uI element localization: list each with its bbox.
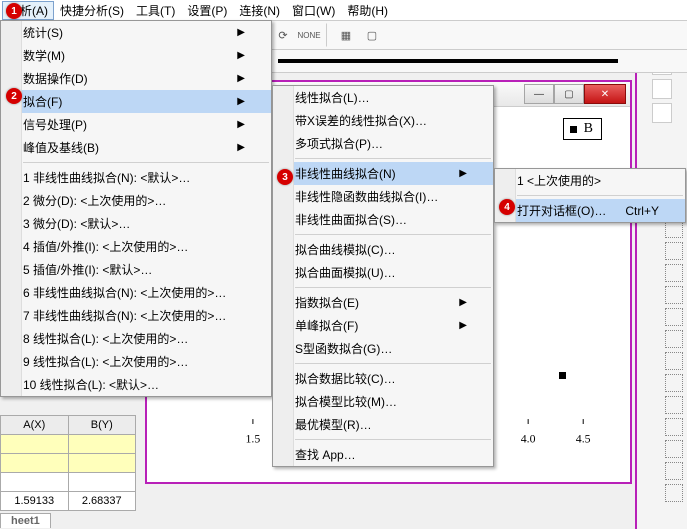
dock-icon[interactable] (665, 440, 683, 458)
cell[interactable] (1, 473, 69, 492)
cell[interactable] (68, 454, 136, 473)
menu-item[interactable]: 打开对话框(O)…Ctrl+Y (495, 199, 685, 222)
menubar-item[interactable]: 帮助(H) (341, 1, 394, 20)
svg-text:1.5: 1.5 (246, 432, 261, 446)
line-style-preview[interactable] (278, 59, 618, 63)
nlfit-submenu: 1 <上次使用的> 打开对话框(O)…Ctrl+Y (494, 168, 686, 223)
menu-item-recent[interactable]: 2 微分(D): <上次使用的>… (1, 189, 271, 212)
analysis-menu: 统计(S)▶数学(M)▶数据操作(D)▶拟合(F)▶信号处理(P)▶峰值及基线(… (0, 20, 272, 397)
menu-item-recent[interactable]: 5 插值/外推(I): <默认>… (1, 258, 271, 281)
menubar-item[interactable]: 工具(T) (130, 1, 181, 20)
cell[interactable] (1, 454, 69, 473)
menu-item[interactable]: 拟合曲线模拟(C)… (273, 238, 493, 261)
dock-icon[interactable] (665, 286, 683, 304)
col-a-header[interactable]: A(X) (1, 416, 69, 435)
svg-text:4.5: 4.5 (576, 432, 591, 446)
fit-submenu: 线性拟合(L)…带X误差的线性拟合(X)…多项式拟合(P)… 非线性曲线拟合(N)… (272, 85, 494, 467)
menu-item[interactable]: 数学(M)▶ (1, 44, 271, 67)
menu-item[interactable]: 非线性隐函数曲线拟合(I)… (273, 185, 493, 208)
menu-item-recent[interactable]: 10 线性拟合(L): <默认>… (1, 373, 271, 396)
menu-item[interactable]: 线性拟合(L)… (273, 86, 493, 109)
menu-item-recent[interactable]: 7 非线性曲线拟合(N): <上次使用的>… (1, 304, 271, 327)
menubar-item[interactable]: 连接(N) (233, 1, 286, 20)
dock-icon[interactable] (665, 484, 683, 502)
maximize-button[interactable]: ▢ (554, 84, 584, 104)
minimize-button[interactable]: — (524, 84, 554, 104)
menu-item[interactable]: 查找 App… (273, 443, 493, 466)
sheet-tab[interactable]: heet1 (0, 513, 51, 528)
dock-icon[interactable] (665, 330, 683, 348)
worksheet[interactable]: A(X)B(Y) 1.591332.68337 (0, 415, 136, 511)
menu-item[interactable]: 拟合数据比较(C)… (273, 367, 493, 390)
cell[interactable]: 2.68337 (68, 492, 136, 511)
right-sidebar: Apps (635, 20, 687, 529)
cell[interactable] (68, 473, 136, 492)
step-marker-3: 3 (277, 169, 293, 185)
menu-item-recent[interactable]: 1 非线性曲线拟合(N): <默认>… (1, 166, 271, 189)
dock-icon[interactable] (665, 264, 683, 282)
col-b-header[interactable]: B(Y) (68, 416, 136, 435)
tool-box2[interactable]: ▢ (360, 23, 384, 47)
sidebar-icon[interactable] (652, 103, 672, 123)
dock-icon[interactable] (665, 418, 683, 436)
menu-item[interactable]: 指数拟合(E)▶ (273, 291, 493, 314)
step-marker-2: 2 (6, 88, 22, 104)
tool-none[interactable]: NONE (297, 23, 321, 47)
menubar: 分析(A)快捷分析(S)工具(T)设置(P)连接(N)窗口(W)帮助(H) (0, 0, 687, 21)
data-point (559, 372, 566, 379)
cell[interactable] (68, 435, 136, 454)
dock-icon[interactable] (665, 242, 683, 260)
menubar-item[interactable]: 设置(P) (181, 1, 233, 20)
menu-item[interactable]: 拟合曲面模拟(U)… (273, 261, 493, 284)
tool-refresh[interactable]: ⟳ (271, 23, 295, 47)
menu-item[interactable]: 统计(S)▶ (1, 21, 271, 44)
menu-item[interactable]: S型函数拟合(G)… (273, 337, 493, 360)
menu-item[interactable]: 非线性曲线拟合(N)▶ (273, 162, 493, 185)
menu-item-recent[interactable]: 4 插值/外推(I): <上次使用的>… (1, 235, 271, 258)
tool-grid[interactable]: ▦ (334, 23, 358, 47)
menu-item-recent[interactable]: 9 线性拟合(L): <上次使用的>… (1, 350, 271, 373)
menu-item[interactable]: 峰值及基线(B)▶ (1, 136, 271, 159)
dock-icon[interactable] (665, 352, 683, 370)
cell[interactable]: 1.59133 (1, 492, 69, 511)
menu-item[interactable]: 1 <上次使用的> (495, 169, 685, 192)
step-marker-4: 4 (499, 199, 515, 215)
menu-item[interactable]: 单峰拟合(F)▶ (273, 314, 493, 337)
menubar-item[interactable]: 窗口(W) (286, 1, 341, 20)
plot-legend[interactable]: B (563, 118, 602, 140)
menubar-item[interactable]: 快捷分析(S) (54, 1, 130, 20)
menu-item[interactable]: 带X误差的线性拟合(X)… (273, 109, 493, 132)
dock-icon[interactable] (665, 462, 683, 480)
menu-item[interactable]: 非线性曲面拟合(S)… (273, 208, 493, 231)
menu-item[interactable]: 最优模型(R)… (273, 413, 493, 436)
close-button[interactable]: ✕ (584, 84, 626, 104)
menu-item-recent[interactable]: 6 非线性曲线拟合(N): <上次使用的>… (1, 281, 271, 304)
menu-item[interactable]: 多项式拟合(P)… (273, 132, 493, 155)
dock-icon[interactable] (665, 374, 683, 392)
menu-item-recent[interactable]: 8 线性拟合(L): <上次使用的>… (1, 327, 271, 350)
menu-item[interactable]: 信号处理(P)▶ (1, 113, 271, 136)
menu-item-recent[interactable]: 3 微分(D): <默认>… (1, 212, 271, 235)
sidebar-icon[interactable] (652, 79, 672, 99)
menu-item[interactable]: 拟合模型比较(M)… (273, 390, 493, 413)
dock-icon[interactable] (665, 308, 683, 326)
menu-item[interactable]: 拟合(F)▶ (1, 90, 271, 113)
menu-item[interactable]: 数据操作(D)▶ (1, 67, 271, 90)
cell[interactable] (1, 435, 69, 454)
step-marker-1: 1 (6, 3, 22, 19)
dock-icon[interactable] (665, 396, 683, 414)
svg-text:4.0: 4.0 (521, 432, 536, 446)
